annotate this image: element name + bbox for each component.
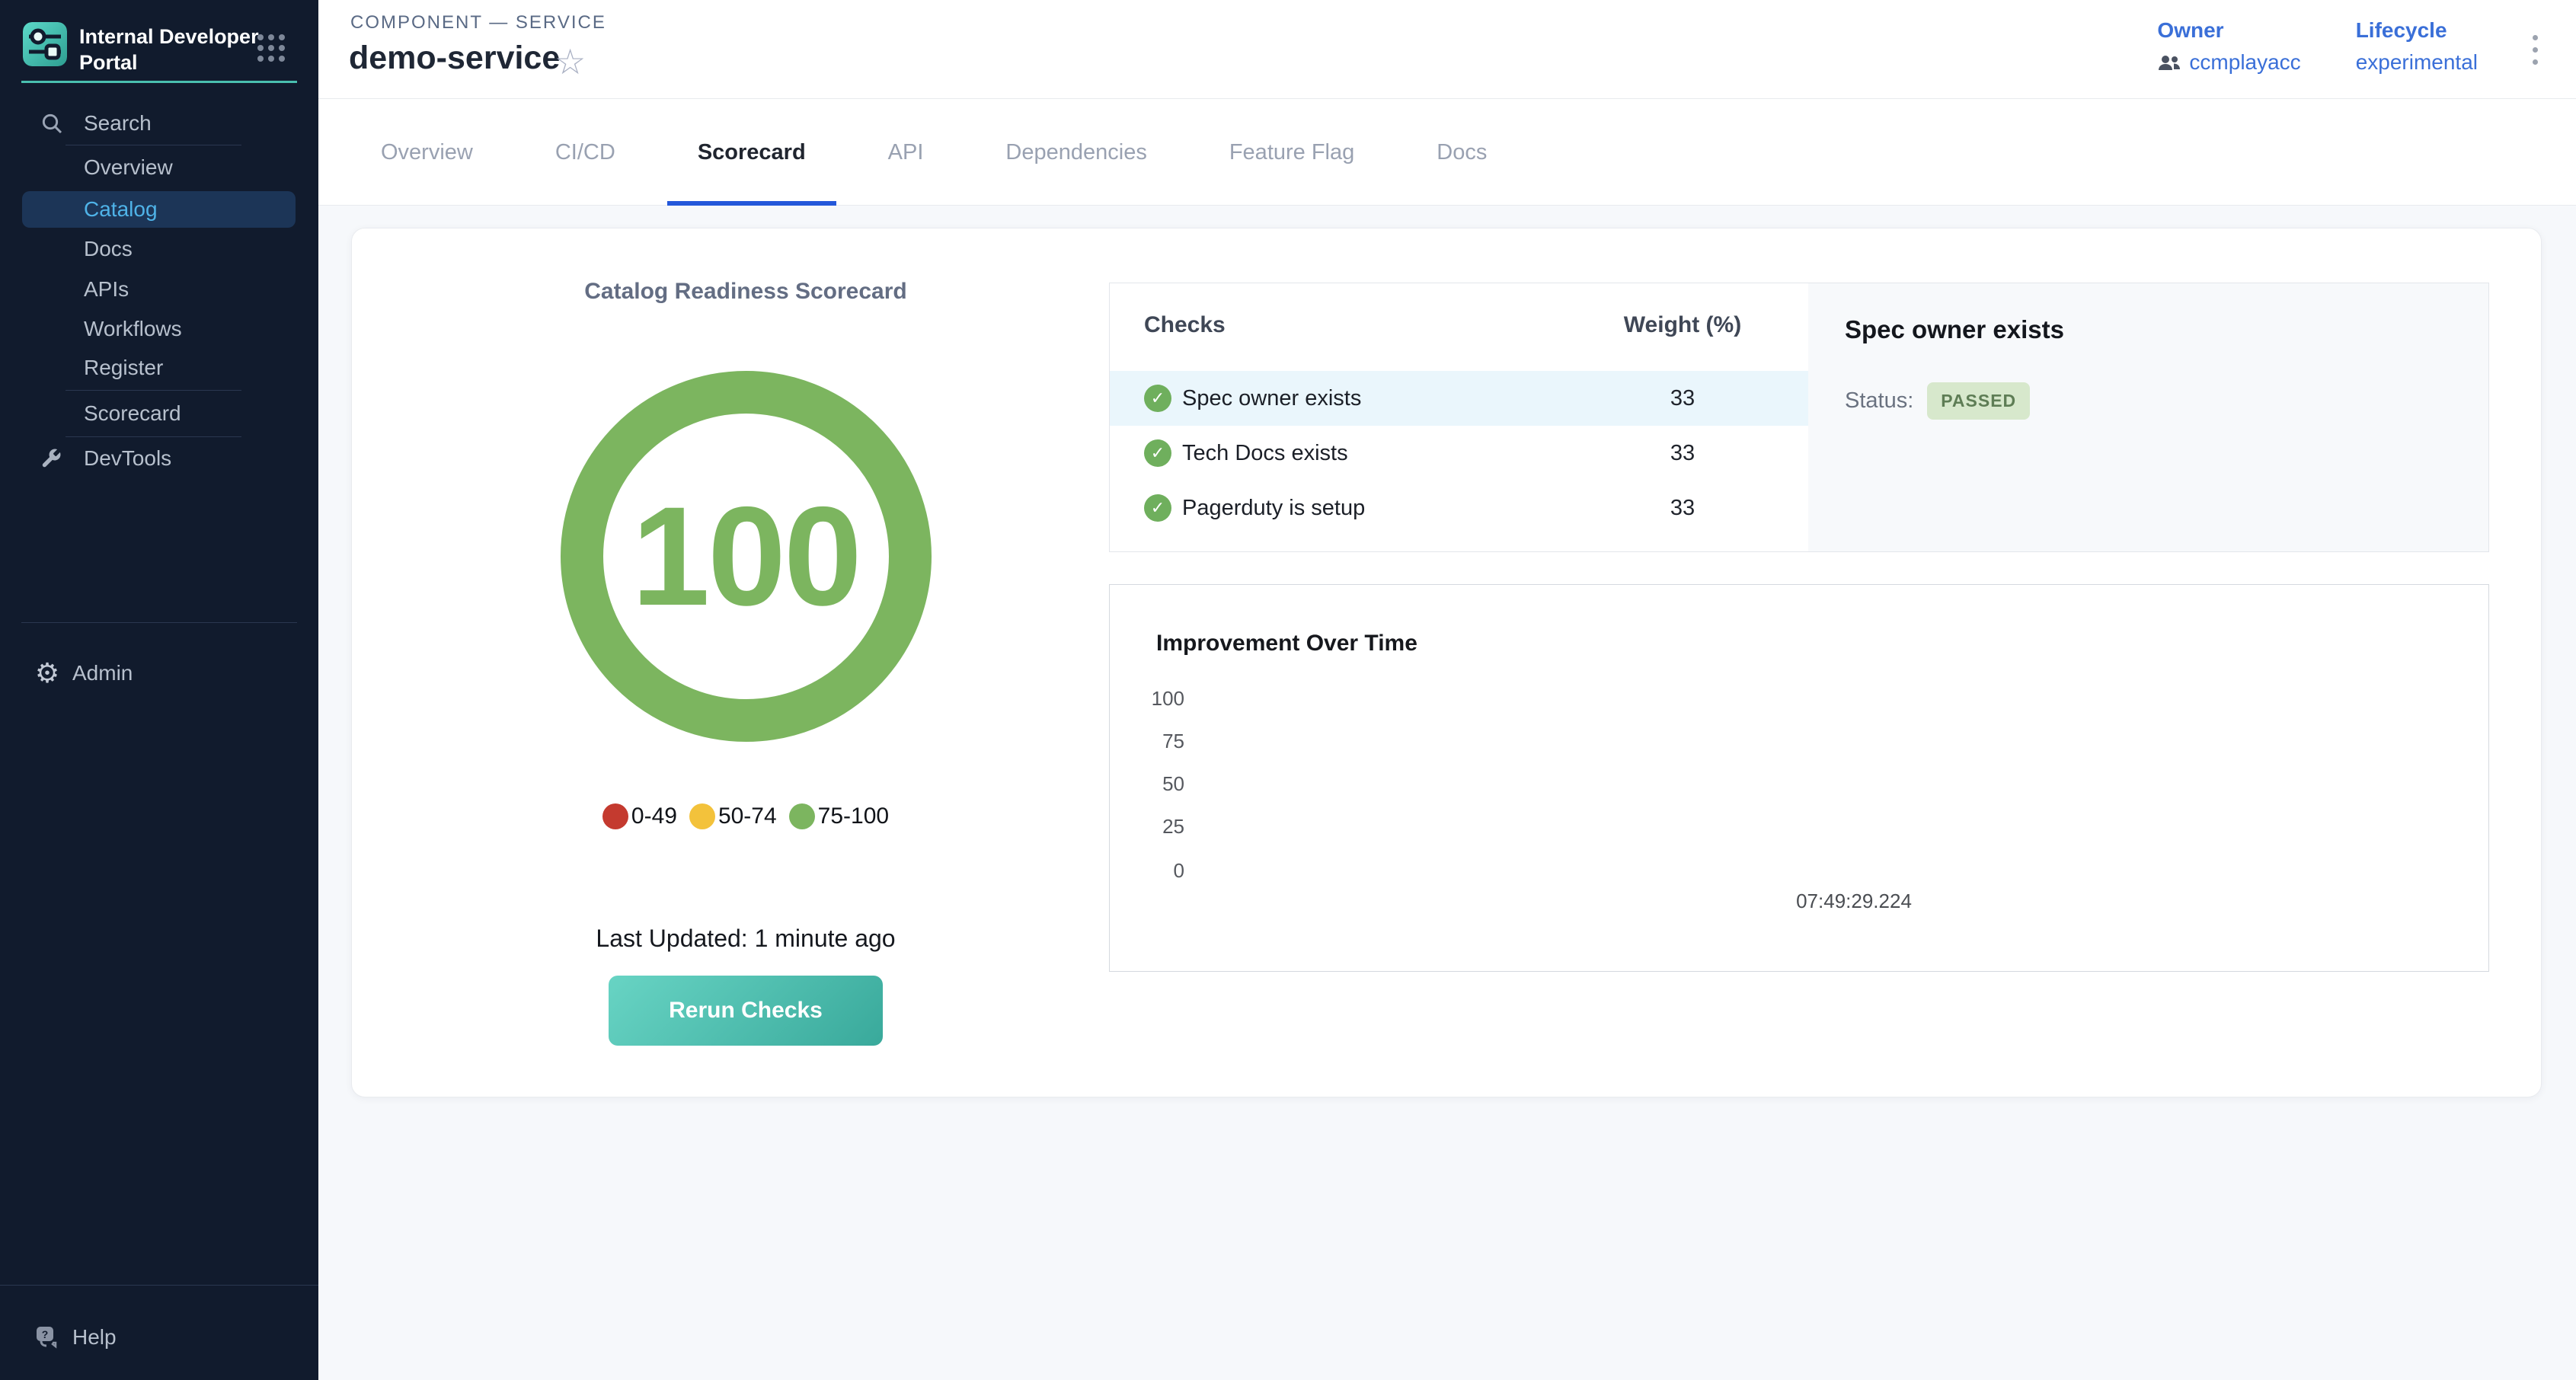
y-tick-75: 75 — [1123, 731, 1184, 751]
legend-item-mid: 50-74 — [689, 803, 777, 829]
scorecard-card: Catalog Readiness Scorecard 100 0-49 50-… — [351, 228, 2542, 1097]
entity-tabbar: Overview CI/CD Scorecard API Dependencie… — [318, 99, 2576, 206]
breadcrumb: COMPONENT — SERVICE — [350, 12, 606, 34]
sidebar-divider — [0, 1285, 318, 1286]
check-row-tech-docs[interactable]: ✓ Tech Docs exists 33 — [1110, 426, 1808, 481]
checks-table-header: Checks Weight (%) — [1110, 312, 1808, 338]
svg-text:?: ? — [42, 1328, 49, 1340]
tab-cicd[interactable]: CI/CD — [525, 99, 646, 206]
brand-title: Internal Developer Portal — [79, 22, 259, 75]
favorite-star-icon[interactable]: ☆ — [555, 41, 586, 82]
rerun-checks-button[interactable]: Rerun Checks — [609, 976, 883, 1046]
sidebar-item-apis[interactable]: APIs — [0, 270, 318, 309]
score-gauge: 100 — [561, 371, 932, 742]
checks-panel: Checks Weight (%) ✓ Spec owner exists 33… — [1109, 283, 2489, 552]
tab-scorecard[interactable]: Scorecard — [667, 99, 836, 206]
sidebar-item-help[interactable]: ? Help — [0, 1318, 318, 1357]
y-tick-25: 25 — [1123, 816, 1184, 836]
tab-docs[interactable]: Docs — [1406, 99, 1517, 206]
check-detail-title: Spec owner exists — [1845, 315, 2064, 344]
lifecycle-block: Lifecycle experimental — [2356, 18, 2478, 75]
sidebar-item-catalog[interactable]: Catalog — [22, 191, 296, 228]
tab-api[interactable]: API — [858, 99, 954, 206]
chart-title: Improvement Over Time — [1156, 631, 1417, 656]
sidebar-item-scorecard[interactable]: Scorecard — [0, 394, 318, 433]
sidebar-item-workflows[interactable]: Workflows — [0, 309, 318, 349]
people-icon — [2157, 53, 2181, 72]
help-chat-icon: ? — [34, 1324, 64, 1351]
legend-dot-green — [789, 803, 815, 829]
sidebar-search-label: Search — [84, 111, 152, 136]
tab-overview[interactable]: Overview — [350, 99, 503, 206]
content-area: Catalog Readiness Scorecard 100 0-49 50-… — [318, 206, 2576, 1380]
lifecycle-value: experimental — [2356, 50, 2478, 75]
wrench-icon — [40, 447, 70, 470]
check-passed-icon: ✓ — [1144, 385, 1171, 412]
tab-feature-flag[interactable]: Feature Flag — [1199, 99, 1385, 206]
check-passed-icon: ✓ — [1144, 439, 1171, 467]
legend-dot-yellow — [689, 803, 715, 829]
legend-item-low: 0-49 — [602, 803, 677, 829]
sidebar-divider — [66, 436, 241, 437]
search-icon — [40, 111, 70, 136]
sidebar-item-docs[interactable]: Docs — [0, 229, 318, 269]
owner-label: Owner — [2157, 18, 2300, 43]
status-badge: PASSED — [1927, 382, 2030, 420]
y-tick-0: 0 — [1123, 861, 1184, 880]
portal-logo-icon — [23, 22, 67, 66]
improvement-chart: Improvement Over Time 100 75 50 25 0 07:… — [1109, 584, 2489, 972]
score-column: Catalog Readiness Scorecard 100 0-49 50-… — [519, 228, 972, 1046]
checks-table: Checks Weight (%) ✓ Spec owner exists 33… — [1110, 283, 1808, 551]
sidebar: Internal Developer Portal Search Overvie… — [0, 0, 318, 1380]
sidebar-item-register[interactable]: Register — [0, 348, 318, 388]
sidebar-item-devtools[interactable]: DevTools — [0, 439, 318, 478]
check-passed-icon: ✓ — [1144, 494, 1171, 522]
more-options-kebab-icon[interactable] — [2533, 35, 2538, 72]
page-header: COMPONENT — SERVICE demo-service ☆ Owner… — [318, 0, 2576, 99]
last-updated-text: Last Updated: 1 minute ago — [596, 925, 895, 953]
sidebar-divider — [66, 390, 241, 391]
brand[interactable]: Internal Developer Portal — [23, 22, 259, 75]
gear-icon: ⚙ — [32, 657, 62, 689]
status-label: Status: — [1845, 388, 1913, 414]
y-tick-50: 50 — [1123, 774, 1184, 794]
scorecard-title: Catalog Readiness Scorecard — [584, 279, 907, 305]
sidebar-search[interactable]: Search — [0, 104, 318, 143]
apps-grid-icon[interactable] — [257, 34, 285, 62]
legend-item-high: 75-100 — [789, 803, 889, 829]
check-row-spec-owner[interactable]: ✓ Spec owner exists 33 — [1110, 371, 1808, 426]
page-title: demo-service — [349, 40, 560, 77]
score-legend: 0-49 50-74 75-100 — [596, 803, 895, 829]
score-value: 100 — [631, 476, 860, 637]
sidebar-accent-divider — [21, 81, 297, 83]
owner-value-link[interactable]: ccmplayacc — [2189, 50, 2300, 75]
lifecycle-label: Lifecycle — [2356, 18, 2478, 43]
sidebar-divider — [21, 622, 297, 623]
sidebar-item-admin[interactable]: ⚙ Admin — [0, 653, 318, 693]
owner-block: Owner ccmplayacc — [2157, 18, 2300, 75]
sidebar-item-overview[interactable]: Overview — [0, 148, 318, 187]
legend-dot-red — [602, 803, 628, 829]
check-row-pagerduty[interactable]: ✓ Pagerduty is setup 33 — [1110, 481, 1808, 535]
x-tick-timestamp: 07:49:29.224 — [1747, 890, 1961, 913]
tab-dependencies[interactable]: Dependencies — [975, 99, 1177, 206]
check-detail-panel: Spec owner exists Status: PASSED — [1808, 283, 2488, 551]
y-tick-100: 100 — [1123, 688, 1184, 708]
